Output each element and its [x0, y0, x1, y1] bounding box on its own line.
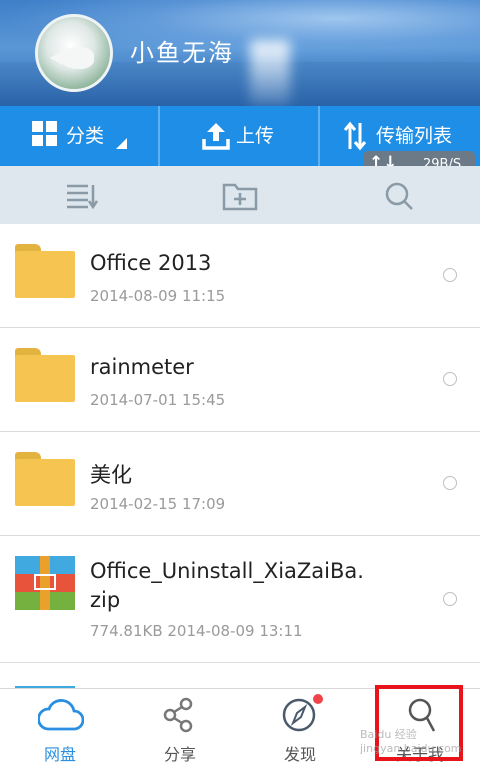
notification-dot [313, 694, 323, 704]
folder-icon [15, 348, 75, 402]
share-icon [163, 697, 193, 733]
upload-icon [202, 123, 230, 150]
list-item[interactable]: Office 2013 2014-08-09 11:15 [0, 224, 480, 328]
list-item[interactable]: rainmeter 2014-07-01 15:45 [0, 328, 480, 432]
sort-list-icon[interactable] [66, 181, 98, 209]
nav-discover[interactable]: 发现 [240, 689, 360, 764]
profile-header: 小鱼无海 [0, 0, 480, 106]
tab-upload[interactable]: 上传 [160, 106, 318, 166]
search-icon[interactable] [384, 181, 414, 211]
list-item[interactable]: Office_Uninstall_XiaZaiBa. zip 774.81KB … [0, 536, 480, 663]
file-name: 美化 [90, 463, 132, 487]
grid-icon [32, 121, 58, 147]
cloud-icon [38, 699, 84, 731]
file-name: Office_Uninstall_XiaZaiBa. [90, 559, 364, 583]
nav-discover-label: 发现 [283, 745, 316, 764]
file-meta: 2014-07-01 15:45 [90, 391, 226, 409]
compass-icon [282, 698, 316, 732]
nav-share[interactable]: 分享 [120, 689, 240, 764]
watermark: Baidu 经验 jingyan.baidu.com [360, 728, 462, 755]
select-radio[interactable] [443, 372, 457, 386]
new-folder-icon[interactable] [222, 181, 258, 211]
nav-netdisk-label: 网盘 [43, 745, 76, 764]
file-name: Office 2013 [90, 251, 212, 275]
folder-icon [15, 452, 75, 506]
select-radio[interactable] [443, 592, 457, 606]
zip-archive-icon [15, 556, 75, 610]
select-radio[interactable] [443, 268, 457, 282]
file-meta: 774.81KB 2014-08-09 13:11 [90, 622, 303, 640]
file-meta: 2014-08-09 11:15 [90, 287, 226, 305]
transfer-icon [343, 121, 367, 151]
select-radio[interactable] [443, 476, 457, 490]
file-name: rainmeter [90, 355, 194, 379]
file-meta: 2014-02-15 17:09 [90, 495, 226, 513]
tab-category[interactable]: 分类 [0, 106, 158, 166]
username[interactable]: 小鱼无海 [130, 33, 234, 68]
avatar[interactable] [35, 14, 113, 92]
nav-netdisk[interactable]: 网盘 [0, 689, 120, 764]
tab-upload-label: 上传 [236, 125, 275, 147]
file-name-continued: zip [90, 588, 121, 612]
nav-share-label: 分享 [163, 745, 196, 764]
dropdown-triangle-icon [116, 138, 127, 149]
list-item[interactable]: 美化 2014-02-15 17:09 [0, 432, 480, 536]
file-toolbar [0, 166, 480, 224]
tab-transfer-label: 传输列表 [376, 125, 453, 147]
tab-category-label: 分类 [66, 125, 105, 147]
folder-icon [15, 244, 75, 298]
